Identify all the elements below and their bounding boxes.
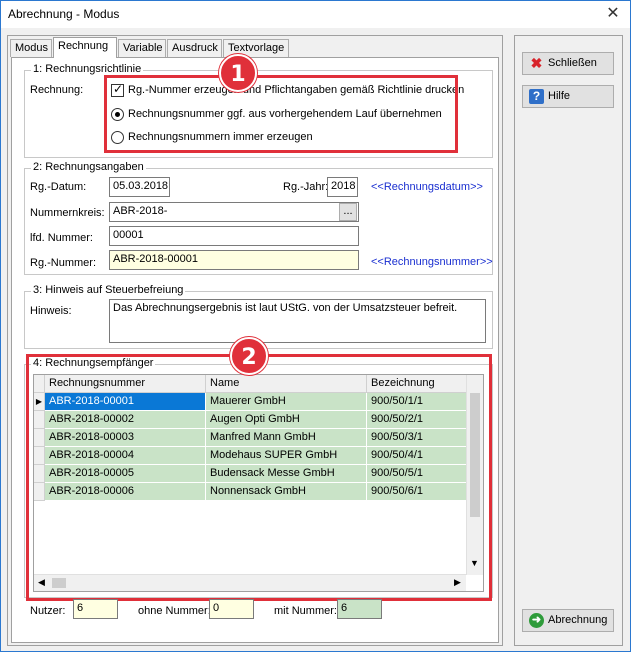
- mit-nummer-label: mit Nummer:: [274, 605, 337, 617]
- rechnung-label: Rechnung:: [30, 84, 84, 96]
- mit-nummer-field: 6: [337, 599, 382, 619]
- nummernkreis-browse-button[interactable]: ...: [339, 203, 357, 221]
- help-icon: ?: [529, 89, 544, 104]
- hinweis-label: Hinweis:: [30, 305, 72, 317]
- rg-jahr-label: Rg.-Jahr:: [283, 181, 329, 193]
- group-legend: 2: Rechnungsangaben: [31, 161, 146, 173]
- lfd-nummer-field[interactable]: 00001: [109, 226, 359, 246]
- rg-nummer-label: Rg.-Nummer:: [30, 257, 97, 269]
- dialog-window: Abrechnung - Modus ✕ Modus Rechnung Vari…: [0, 0, 631, 652]
- abrechnung-button-label: Abrechnung: [548, 614, 608, 626]
- nummernkreis-value: ABR-2018-: [113, 205, 168, 217]
- tab-variable[interactable]: Variable: [118, 39, 166, 57]
- button-panel: [514, 35, 623, 646]
- highlight-box-2: [26, 354, 492, 601]
- green-arrow-icon: ➜: [529, 613, 544, 628]
- schliessen-button-label: Schließen: [548, 57, 597, 69]
- tab-ausdruck[interactable]: Ausdruck: [167, 39, 222, 57]
- tab-modus[interactable]: Modus: [10, 39, 52, 57]
- rg-datum-label: Rg.-Datum:: [30, 181, 87, 193]
- nummernkreis-field[interactable]: ABR-2018-: [109, 202, 359, 222]
- rg-nummer-field[interactable]: ABR-2018-00001: [109, 250, 359, 270]
- rechnungsnummer-link[interactable]: <<Rechnungsnummer>>: [371, 256, 493, 268]
- lfd-nummer-label: lfd. Nummer:: [30, 232, 93, 244]
- callout-badge-2: 2: [230, 337, 268, 375]
- hilfe-button-label: Hilfe: [548, 90, 571, 102]
- red-x-icon: ✖: [530, 55, 543, 71]
- rg-datum-field[interactable]: 05.03.2018: [109, 177, 170, 197]
- group-legend: 3: Hinweis auf Steuerbefreiung: [31, 284, 186, 296]
- rechnungsdatum-link[interactable]: <<Rechnungsdatum>>: [371, 181, 483, 193]
- tab-rechnung[interactable]: Rechnung: [53, 37, 117, 58]
- title-bar: Abrechnung - Modus ✕: [1, 1, 630, 28]
- nummernkreis-label: Nummernkreis:: [30, 207, 105, 219]
- schliessen-button[interactable]: ✖ Schließen: [522, 52, 614, 75]
- highlight-box-1: [104, 75, 458, 153]
- ohne-nummer-label: ohne Nummer:: [138, 605, 211, 617]
- rg-jahr-field[interactable]: 2018: [327, 177, 358, 197]
- ohne-nummer-field: 0: [209, 599, 254, 619]
- nutzer-field: 6: [73, 599, 118, 619]
- group-legend: 1: Rechnungsrichtlinie: [31, 63, 144, 75]
- window-title: Abrechnung - Modus: [8, 7, 120, 21]
- abrechnung-button[interactable]: ➜ Abrechnung: [522, 609, 614, 632]
- close-icon[interactable]: ✕: [602, 3, 624, 25]
- hinweis-textarea[interactable]: Das Abrechnungsergebnis ist laut UStG. v…: [109, 299, 486, 343]
- callout-badge-1: 1: [219, 54, 257, 92]
- nutzer-label: Nutzer:: [30, 605, 66, 617]
- hilfe-button[interactable]: ? Hilfe: [522, 85, 614, 108]
